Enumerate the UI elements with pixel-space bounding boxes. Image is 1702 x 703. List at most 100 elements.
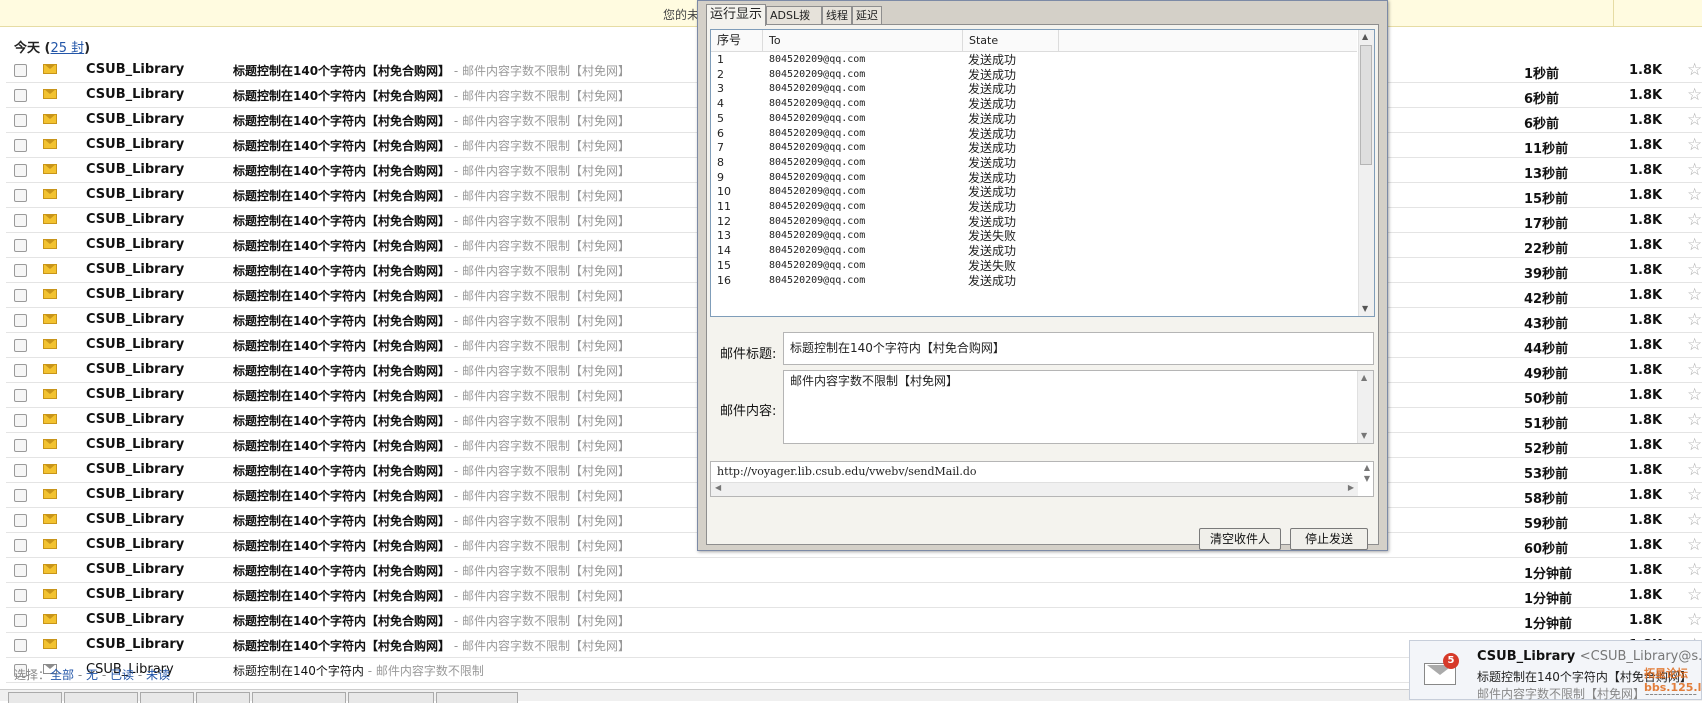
star-icon[interactable]: ☆	[1687, 135, 1702, 155]
star-icon[interactable]: ☆	[1687, 335, 1702, 355]
clear-recipients-button[interactable]: 清空收件人	[1199, 528, 1281, 550]
grid-row[interactable]: 12 804520209@qq.com 发送成功	[711, 214, 1357, 230]
url-scroll-up-icon[interactable]: ▲	[1364, 463, 1370, 472]
scroll-down-arrow-icon[interactable]: ▼	[1362, 304, 1368, 313]
row-sender[interactable]: CSUB_Library	[86, 362, 184, 377]
row-subject[interactable]: 标题控制在140个字符内【村免合购网】 - 邮件内容字数不限制【村免网】	[233, 237, 630, 254]
mail-row[interactable]: CSUB_Library 标题控制在140个字符内【村免合购网】 - 邮件内容字数…	[6, 583, 1702, 608]
row-subject[interactable]: 标题控制在140个字符内【村免合购网】 - 邮件内容字数不限制【村免网】	[233, 637, 630, 654]
row-subject[interactable]: 标题控制在140个字符内【村免合购网】 - 邮件内容字数不限制【村免网】	[233, 587, 630, 604]
row-checkbox[interactable]	[14, 414, 27, 427]
row-checkbox[interactable]	[14, 464, 27, 477]
toolbar-button[interactable]	[64, 692, 138, 703]
row-checkbox[interactable]	[14, 114, 27, 127]
row-sender[interactable]: CSUB_Library	[86, 337, 184, 352]
select-read-link[interactable]: 已读	[110, 668, 134, 682]
grid-vertical-scrollbar[interactable]: ▲ ▼	[1358, 30, 1374, 316]
row-subject[interactable]: 标题控制在140个字符内【村免合购网】 - 邮件内容字数不限制【村免网】	[233, 287, 630, 304]
row-subject[interactable]: 标题控制在140个字符内【村免合购网】 - 邮件内容字数不限制【村免网】	[233, 87, 630, 104]
grid-row[interactable]: 16 804520209@qq.com 发送成功	[711, 273, 1357, 289]
row-checkbox[interactable]	[14, 439, 27, 452]
tab-run-display[interactable]: 运行显示	[706, 4, 766, 26]
star-icon[interactable]: ☆	[1687, 110, 1702, 130]
row-checkbox[interactable]	[14, 64, 27, 77]
row-checkbox[interactable]	[14, 139, 27, 152]
row-sender[interactable]: CSUB_Library	[86, 462, 184, 477]
row-sender[interactable]: CSUB_Library	[86, 487, 184, 502]
scroll-thumb[interactable]	[1360, 45, 1372, 165]
row-checkbox[interactable]	[14, 539, 27, 552]
url-scroll-right-icon[interactable]: ▶	[1348, 483, 1354, 492]
row-subject[interactable]: 标题控制在140个字符内【村免合购网】 - 邮件内容字数不限制【村免网】	[233, 312, 630, 329]
row-checkbox[interactable]	[14, 389, 27, 402]
subject-input[interactable]: 标题控制在140个字符内【村免合购网】	[783, 332, 1374, 365]
row-checkbox[interactable]	[14, 514, 27, 527]
grid-row[interactable]: 8 804520209@qq.com 发送成功	[711, 155, 1357, 171]
row-subject[interactable]: 标题控制在140个字符内【村免合购网】 - 邮件内容字数不限制【村免网】	[233, 612, 630, 629]
star-icon[interactable]: ☆	[1687, 535, 1702, 555]
grid-row[interactable]: 6 804520209@qq.com 发送成功	[711, 126, 1357, 142]
row-sender[interactable]: CSUB_Library	[86, 512, 184, 527]
mail-row[interactable]: CSUB_Library 标题控制在140个字符内【村免合购网】 - 邮件内容字数…	[6, 608, 1702, 633]
grid-row[interactable]: 14 804520209@qq.com 发送成功	[711, 243, 1357, 259]
row-checkbox[interactable]	[14, 214, 27, 227]
star-icon[interactable]: ☆	[1687, 560, 1702, 580]
url-scroll-down-icon[interactable]: ▼	[1364, 474, 1370, 483]
star-icon[interactable]: ☆	[1687, 310, 1702, 330]
row-subject[interactable]: 标题控制在140个字符内【村免合购网】 - 邮件内容字数不限制【村免网】	[233, 62, 630, 79]
star-icon[interactable]: ☆	[1687, 585, 1702, 605]
tab-delay[interactable]: 延迟	[852, 6, 882, 24]
content-scroll-up-icon[interactable]: ▲	[1361, 373, 1367, 382]
row-subject[interactable]: 标题控制在140个字符内【村免合购网】 - 邮件内容字数不限制【村免网】	[233, 537, 630, 554]
star-icon[interactable]: ☆	[1687, 285, 1702, 305]
row-subject[interactable]: 标题控制在140个字符内【村免合购网】 - 邮件内容字数不限制【村免网】	[233, 387, 630, 404]
row-subject[interactable]: 标题控制在140个字符内【村免合购网】 - 邮件内容字数不限制【村免网】	[233, 112, 630, 129]
row-sender[interactable]: CSUB_Library	[86, 62, 184, 77]
star-icon[interactable]: ☆	[1687, 260, 1702, 280]
grid-row[interactable]: 3 804520209@qq.com 发送成功	[711, 81, 1357, 97]
row-checkbox[interactable]	[14, 189, 27, 202]
row-subject[interactable]: 标题控制在140个字符内【村免合购网】 - 邮件内容字数不限制【村免网】	[233, 162, 630, 179]
row-subject[interactable]: 标题控制在140个字符内【村免合购网】 - 邮件内容字数不限制【村免网】	[233, 262, 630, 279]
star-icon[interactable]: ☆	[1687, 85, 1702, 105]
row-checkbox[interactable]	[14, 289, 27, 302]
row-checkbox[interactable]	[14, 639, 27, 652]
row-sender[interactable]: CSUB_Library	[86, 412, 184, 427]
header-to[interactable]: To	[763, 30, 963, 51]
today-count-link[interactable]: 25 封	[50, 41, 84, 56]
scroll-up-arrow-icon[interactable]: ▲	[1362, 32, 1368, 41]
grid-row[interactable]: 5 804520209@qq.com 发送成功	[711, 111, 1357, 127]
url-scroll-left-icon[interactable]: ◀	[715, 483, 721, 492]
stop-sending-button[interactable]: 停止发送	[1290, 528, 1368, 550]
grid-row[interactable]: 1 804520209@qq.com 发送成功	[711, 52, 1357, 68]
row-subject[interactable]: 标题控制在140个字符内【村免合购网】 - 邮件内容字数不限制【村免网】	[233, 487, 630, 504]
row-sender[interactable]: CSUB_Library	[86, 637, 184, 652]
grid-row[interactable]: 11 804520209@qq.com 发送成功	[711, 199, 1357, 215]
grid-row[interactable]: 7 804520209@qq.com 发送成功	[711, 140, 1357, 156]
row-subject[interactable]: 标题控制在140个字符内【村免合购网】 - 邮件内容字数不限制【村免网】	[233, 462, 630, 479]
row-sender[interactable]: CSUB_Library	[86, 187, 184, 202]
row-sender[interactable]: CSUB_Library	[86, 237, 184, 252]
star-icon[interactable]: ☆	[1687, 460, 1702, 480]
new-mail-notification[interactable]: 5 CSUB_Library <CSUB_Library@s... 标题控制在1…	[1409, 640, 1702, 701]
content-textarea[interactable]: 邮件内容字数不限制【村免网】 ▲ ▼	[783, 370, 1374, 444]
row-sender[interactable]: CSUB_Library	[86, 312, 184, 327]
row-checkbox[interactable]	[14, 339, 27, 352]
tab-adsl-dial[interactable]: ADSL拨号	[766, 6, 822, 40]
content-scrollbar[interactable]: ▲ ▼	[1357, 371, 1373, 443]
toolbar-button[interactable]	[252, 692, 346, 703]
url-field[interactable]: http://voyager.lib.csub.edu/vwebv/sendMa…	[710, 461, 1374, 497]
row-checkbox[interactable]	[14, 164, 27, 177]
star-icon[interactable]: ☆	[1687, 235, 1702, 255]
grid-row[interactable]: 10 804520209@qq.com 发送成功	[711, 184, 1357, 200]
toolbar-button[interactable]	[8, 692, 62, 703]
row-subject[interactable]: 标题控制在140个字符内 - 邮件内容字数不限制	[233, 662, 484, 679]
header-seq[interactable]: 序号	[711, 30, 763, 51]
toolbar-button[interactable]	[140, 692, 194, 703]
row-subject[interactable]: 标题控制在140个字符内【村免合购网】 - 邮件内容字数不限制【村免网】	[233, 562, 630, 579]
row-checkbox[interactable]	[14, 239, 27, 252]
row-sender[interactable]: CSUB_Library	[86, 162, 184, 177]
row-sender[interactable]: CSUB_Library	[86, 612, 184, 627]
row-sender[interactable]: CSUB_Library	[86, 587, 184, 602]
row-sender[interactable]: CSUB_Library	[86, 112, 184, 127]
